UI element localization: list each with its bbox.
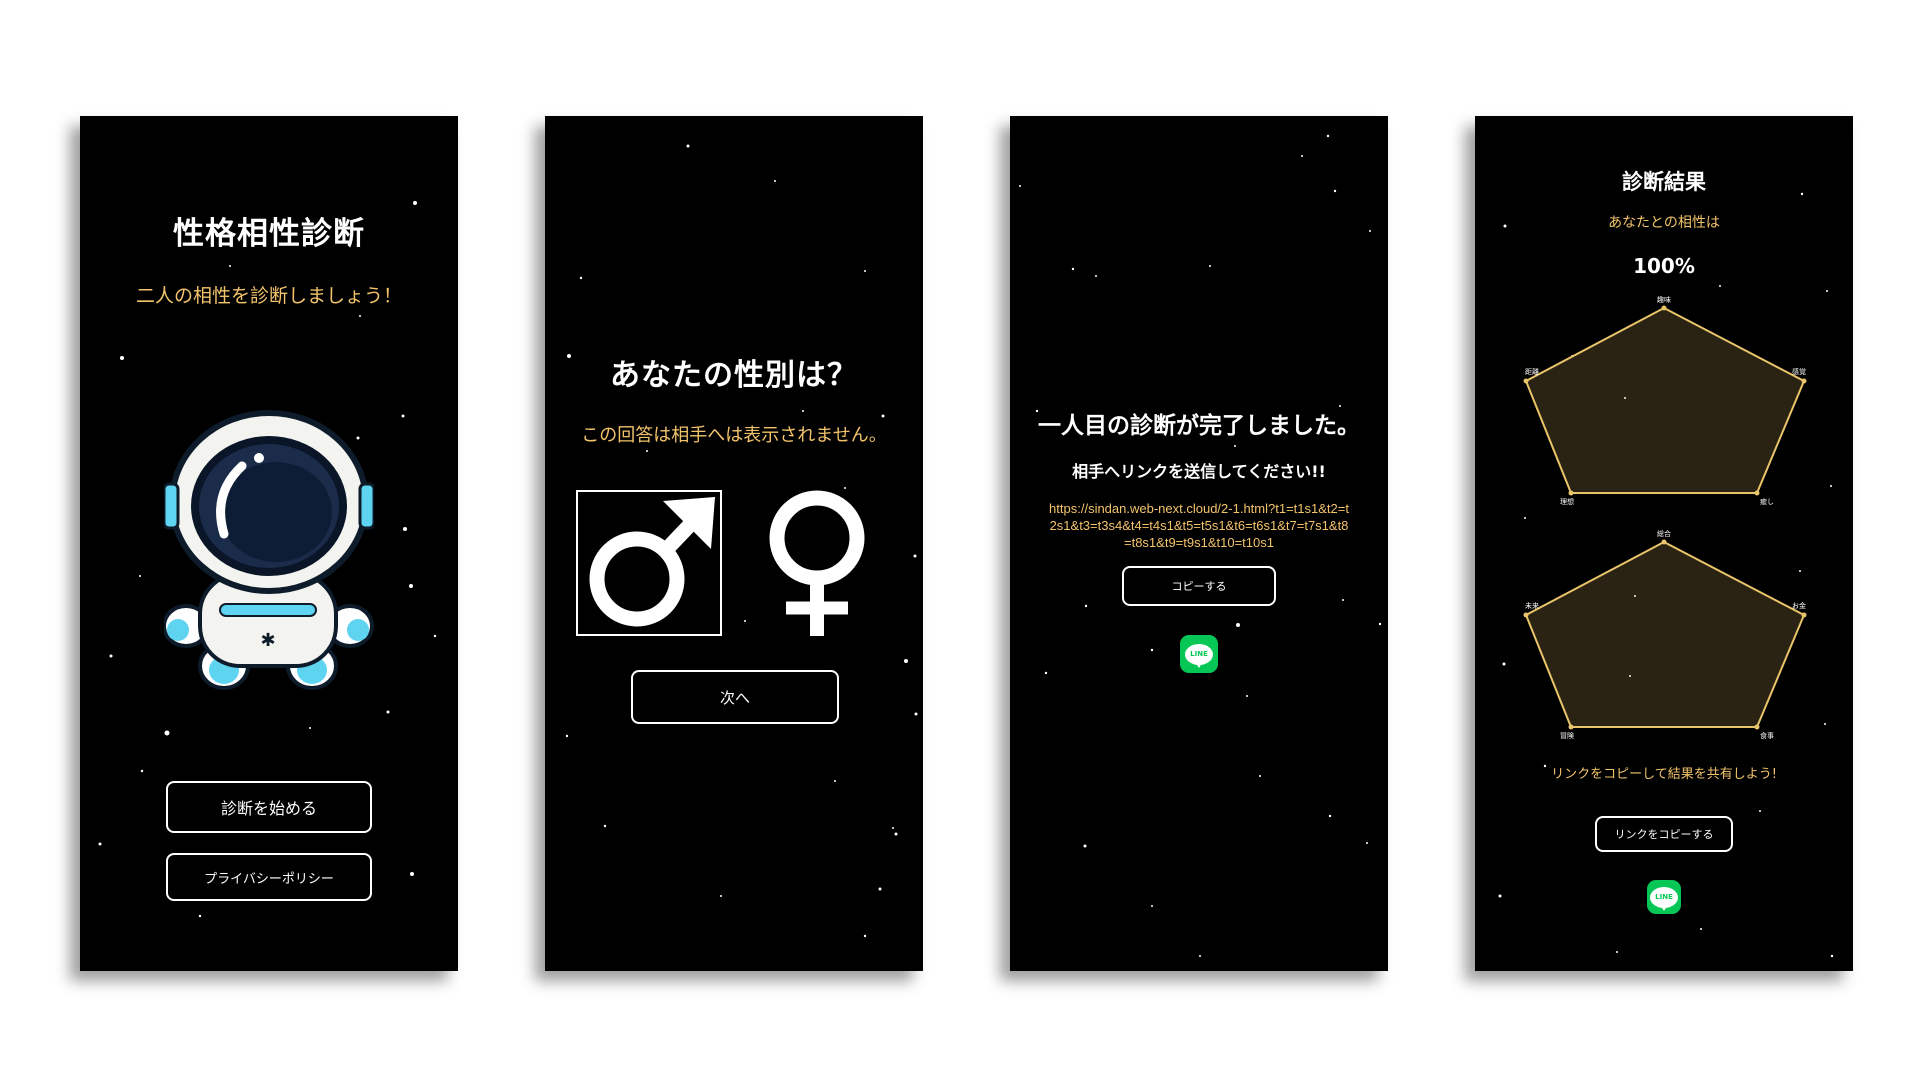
radar-label: 冒険 [1560, 731, 1574, 740]
next-button[interactable]: 次へ [631, 670, 839, 724]
complete-screen: 一人目の診断が完了しました。 相手へリンクを送信してください!! https:/… [1010, 116, 1388, 971]
radar-label: 食事 [1760, 731, 1774, 740]
male-option[interactable] [576, 490, 722, 636]
radar-label: お金 [1792, 601, 1806, 610]
start-screen: 性格相性診断 二人の相性を診断しましょう！ ✱ 診断を始める プライバシーポリシ… [80, 116, 458, 971]
male-icon [589, 497, 715, 627]
start-diagnosis-button[interactable]: 診断を始める [166, 781, 372, 833]
result-screen: 診断結果 あなたとの相性は 100% 趣味 感覚 癒し 理想 距離 総合 お金 … [1475, 116, 1853, 971]
radar-label: 癒し [1760, 497, 1774, 506]
radar-label: 理想 [1560, 497, 1574, 506]
svg-text:✱: ✱ [260, 630, 275, 651]
gender-screen: あなたの性別は？ この回答は相手へは表示されません。 次へ [545, 116, 923, 971]
share-link[interactable]: https://sindan.web-next.cloud/2-1.html?t… [1010, 500, 1388, 551]
share-link-line: https://sindan.web-next.cloud/2-1.html?t… [1049, 501, 1349, 516]
compatibility-percent: 100% [1633, 254, 1695, 278]
instruction-text: 相手へリンクを送信してください!! [1072, 462, 1326, 481]
line-icon: LINE [1650, 886, 1678, 911]
line-icon: LINE [1185, 643, 1213, 668]
radar-chart-personality: 趣味 感覚 癒し 理想 距離 [1523, 295, 1807, 506]
privacy-policy-button[interactable]: プライバシーポリシー [166, 853, 372, 901]
radar-label: 感覚 [1792, 367, 1806, 376]
share-link-line: 2s1&t3=t3s4&t4=t4s1&t5=t5s1&t6=t6s1&t7=t… [1049, 518, 1349, 533]
radar-label: 趣味 [1657, 295, 1671, 304]
radar-label: 総合 [1657, 529, 1671, 538]
female-icon [769, 490, 865, 636]
page-title: あなたの性別は？ [610, 358, 858, 393]
radar-label: 未来 [1525, 601, 1539, 610]
radar-chart-lifestyle: 総合 お金 食事 冒険 未来 [1523, 529, 1807, 740]
radar-label: 距離 [1525, 367, 1539, 376]
copy-button[interactable]: コピーする [1122, 566, 1276, 606]
page-title: 診断結果 [1622, 170, 1706, 194]
radar-area [1524, 540, 1806, 728]
page-title: 性格相性診断 [173, 216, 365, 252]
share-prompt: リンクをコピーして結果を共有しよう! [1551, 767, 1777, 782]
page-subtitle: 二人の相性を診断しましょう！ [135, 285, 402, 307]
line-share-button[interactable]: LINE [1180, 635, 1218, 673]
page-subtitle: あなたとの相性は [1608, 215, 1720, 231]
privacy-note: この回答は相手へは表示されません。 [581, 425, 887, 446]
share-link-line: =t8s1&t9=t9s1&t10=t10s1 [1124, 535, 1274, 550]
page-title: 一人目の診断が完了しました。 [1038, 413, 1360, 439]
radar-area [1524, 306, 1806, 494]
female-option[interactable] [761, 490, 873, 636]
astronaut-illustration: ✱ [164, 410, 374, 690]
line-share-button[interactable]: LINE [1647, 880, 1681, 914]
copy-link-button[interactable]: リンクをコピーする [1595, 816, 1733, 852]
